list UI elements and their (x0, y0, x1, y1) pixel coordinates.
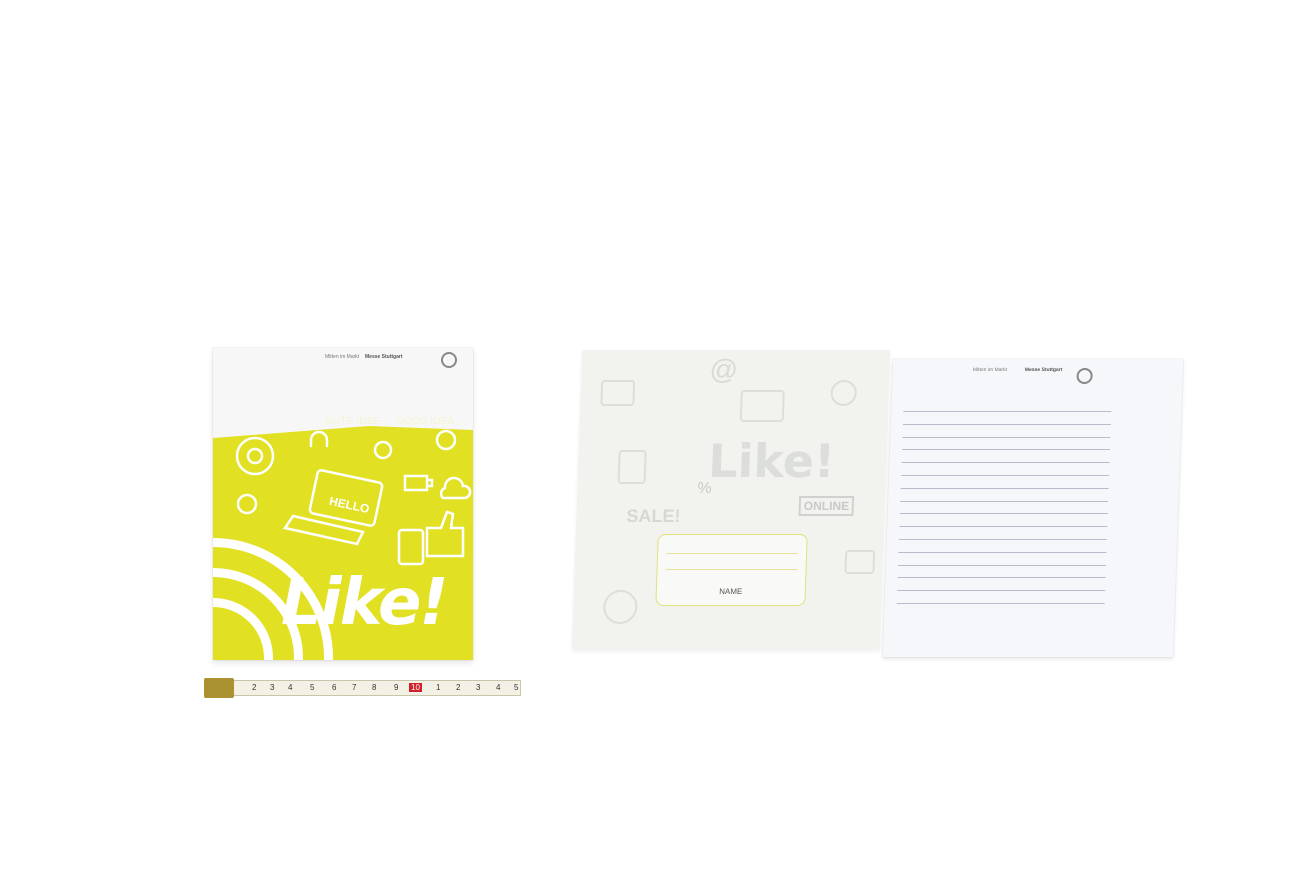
cover-like-text: Like! (281, 566, 449, 640)
doodle-shape (844, 550, 876, 574)
ruler-number: 6 (332, 683, 337, 692)
at-sign-doodle: @ (709, 354, 739, 385)
ruler-number: 1 (436, 683, 441, 692)
power-icon (236, 493, 258, 515)
sun-icon (435, 429, 457, 451)
doodle-shape (600, 380, 636, 406)
lightbulb-icon (373, 440, 393, 460)
doodle-circle (830, 380, 858, 406)
at-sign-icon (235, 436, 275, 476)
online-doodle-text: ONLINE (798, 496, 855, 516)
ruled-writing-pad: Mitten im Markt Messe Stuttgart (882, 359, 1184, 657)
ruled-line (897, 590, 1106, 592)
name-label: NAME (719, 587, 743, 596)
cloud-icon (439, 476, 472, 500)
open-notebook-inner-cover: @ Like! SALE! % ONLINE NAME (571, 350, 891, 650)
ruled-line (902, 423, 1111, 425)
ruled-line (898, 551, 1107, 553)
laptop-keyboard (282, 514, 365, 546)
fingerprint-logo-icon (1076, 368, 1093, 384)
thumbs-up-icon (425, 510, 465, 558)
name-label-box: NAME (655, 534, 808, 606)
percent-doodle-text: % (697, 480, 712, 497)
ruler-number: 3 (270, 683, 275, 692)
ruled-line (897, 564, 1107, 566)
ruled-line (899, 526, 1108, 528)
ruled-line (902, 436, 1111, 438)
ruled-line (900, 487, 1109, 489)
measuring-tape: 2 3 4 5 6 7 8 9 10 1 2 3 4 5 (204, 678, 521, 698)
ruler-number: 4 (496, 683, 501, 692)
ruler-number: 7 (352, 683, 357, 692)
ruler-number: 9 (394, 683, 399, 692)
ruled-line (902, 449, 1111, 451)
ruled-line (903, 411, 1112, 412)
product-photo: Mitten im Markt Messe Stuttgart GUTE IDE… (0, 0, 1313, 876)
name-box-line (666, 553, 799, 554)
at-sign-inner (246, 447, 264, 465)
ruler-number: 2 (456, 683, 461, 692)
doodle-circle (602, 590, 638, 624)
ruled-line (900, 500, 1109, 502)
ruled-line (896, 603, 1105, 604)
ruled-line (898, 539, 1107, 540)
ruler-number: 4 (288, 683, 293, 692)
tape-end-clip (204, 678, 234, 698)
coffee-cup-icon (403, 474, 434, 492)
phone-icon (397, 528, 425, 566)
doodle-shape (617, 450, 647, 484)
pad-brand-tagline: Mitten im Markt (972, 367, 1008, 373)
name-box-line (665, 569, 798, 570)
ruler-number: 5 (310, 683, 315, 692)
ruler-number: 8 (372, 683, 377, 692)
ruled-line (899, 513, 1108, 515)
ruler-number-highlight: 10 (409, 683, 422, 692)
ruled-line (901, 462, 1110, 464)
ruler-number: 3 (476, 683, 481, 692)
laptop-doodle (739, 390, 785, 422)
notebook-cover: Mitten im Markt Messe Stuttgart GUTE IDE… (213, 348, 473, 660)
sale-doodle-text: SALE! (626, 506, 681, 526)
pad-brand-name: Messe Stuttgart (1024, 367, 1063, 373)
ruler-number: 5 (514, 683, 519, 692)
ruled-line (901, 475, 1110, 476)
ruled-line (897, 577, 1106, 579)
inner-like-text: Like! (707, 434, 836, 488)
ruler-number: 2 (252, 683, 257, 692)
magnet-icon (309, 430, 329, 448)
